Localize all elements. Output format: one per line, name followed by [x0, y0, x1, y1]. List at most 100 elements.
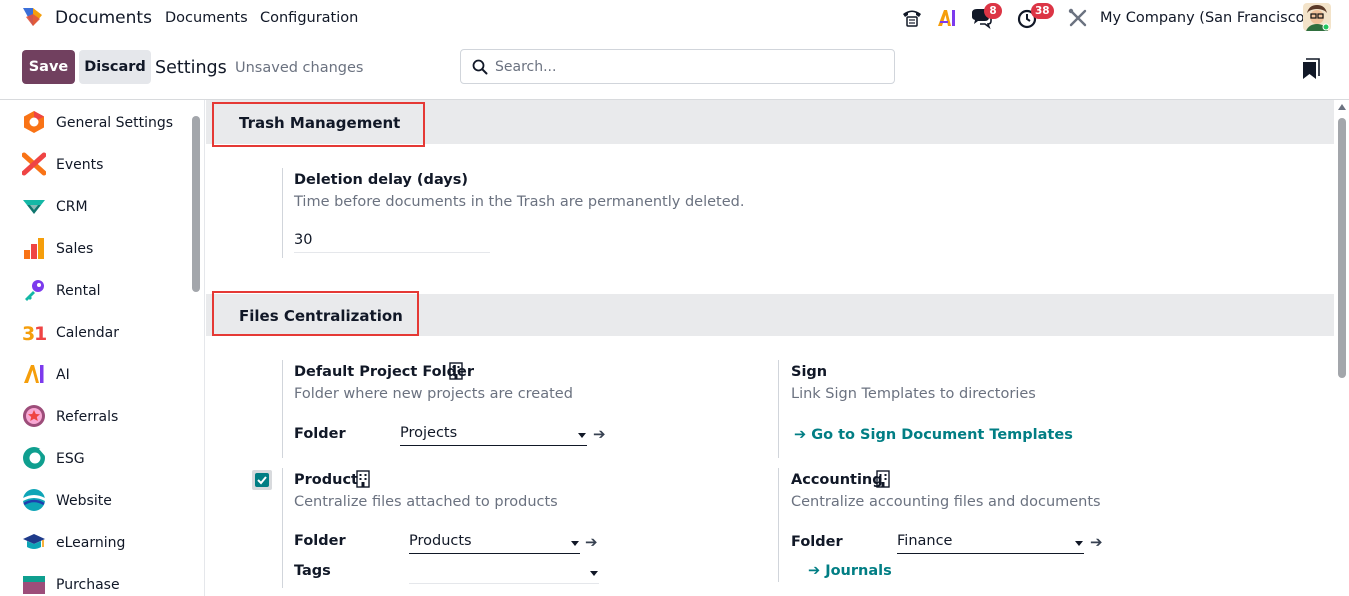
sidebar-item-esg[interactable]: ESG [0, 438, 190, 480]
deletion-delay-value: 30 [294, 232, 313, 248]
sidebar-item-label: Sales [56, 241, 94, 257]
sidebar-item-label: Events [56, 157, 104, 173]
chevron-down-icon [578, 433, 586, 438]
sidebar-scrollbar[interactable] [192, 116, 200, 292]
default-project-folder-label: Folder [294, 426, 346, 442]
sidebar-item-label: Purchase [56, 577, 120, 593]
website-icon [23, 489, 45, 511]
sidebar-item-label: eLearning [56, 535, 126, 551]
accounting-folder-label: Folder [791, 534, 843, 550]
activity-badge: 38 [1031, 3, 1054, 19]
product-folder-value: Products [409, 533, 472, 549]
company-switcher[interactable]: My Company (San Francisco) [1100, 10, 1310, 26]
chevron-down-icon [1075, 541, 1083, 546]
default-project-folder-description: Folder where new projects are created [294, 386, 573, 402]
sidebar-item-rental[interactable]: Rental [0, 270, 190, 312]
setting-divider [778, 360, 779, 458]
sidebar-item-referrals[interactable]: Referrals [0, 396, 190, 438]
product-title: Product [294, 472, 358, 488]
rental-icon [25, 280, 44, 301]
sidebar-item-label: Website [56, 493, 112, 509]
accounting-description: Centralize accounting files and document… [791, 494, 1101, 510]
arrow-right-icon: ➔ [808, 563, 826, 579]
general-settings-icon [24, 111, 44, 133]
menu-configuration[interactable]: Configuration [260, 10, 358, 26]
accounting-title: Accounting [791, 472, 883, 488]
menu-documents[interactable]: Documents [165, 10, 248, 26]
settings-content: Trash Management Deletion delay (days) T… [206, 100, 1334, 596]
company-building-icon [356, 470, 370, 488]
sidebar-item-website[interactable]: Website [0, 480, 190, 522]
default-project-folder-select[interactable]: Projects [400, 424, 587, 446]
deletion-delay-input[interactable]: 30 [294, 231, 490, 253]
documents-app-logo[interactable] [20, 5, 46, 31]
app-name[interactable]: Documents [55, 8, 152, 28]
checkbox-checked [255, 473, 269, 487]
svg-text:1: 1 [34, 323, 46, 344]
accounting-folder-select[interactable]: Finance [897, 532, 1084, 554]
setting-divider [282, 360, 283, 458]
company-building-icon [449, 362, 463, 380]
go-to-sign-templates-link[interactable]: ➔ Go to Sign Document Templates [794, 427, 1073, 443]
sidebar-item-label: Calendar [56, 325, 119, 341]
sidebar-item-general-settings[interactable]: General Settings [0, 102, 190, 144]
journals-label: Journals [825, 563, 892, 579]
sidebar-item-ai[interactable]: AI [0, 354, 190, 396]
product-tags-label: Tags [294, 563, 331, 579]
elearning-icon [23, 534, 45, 549]
open-record-arrow-icon[interactable]: ➔ [1090, 533, 1103, 551]
sign-title: Sign [791, 364, 828, 380]
product-folder-select[interactable]: Products [409, 532, 580, 554]
sidebar-item-sales[interactable]: Sales [0, 228, 190, 270]
search-bar[interactable] [460, 49, 895, 84]
trash-highlight-box [212, 102, 425, 147]
sidebar-item-purchase[interactable]: Purchase [0, 564, 190, 596]
product-tags-select[interactable] [409, 562, 599, 584]
journals-link[interactable]: ➔ Journals [808, 563, 892, 579]
chevron-down-icon [590, 571, 598, 576]
user-avatar[interactable] [1303, 3, 1331, 31]
phone-icon[interactable] [900, 6, 924, 30]
sidebar-item-crm[interactable]: CRM [0, 186, 190, 228]
open-record-arrow-icon[interactable]: ➔ [585, 533, 598, 551]
sidebar-item-label: Rental [56, 283, 101, 299]
product-checkbox[interactable] [252, 470, 272, 490]
sales-icon [24, 238, 44, 259]
ai-app-icon [24, 365, 44, 383]
chevron-down-icon [571, 541, 579, 546]
purchase-icon [23, 576, 45, 594]
crm-icon [23, 200, 45, 214]
company-building-icon [876, 470, 890, 488]
scroll-up-arrow-icon[interactable] [1338, 104, 1346, 110]
esg-icon [23, 447, 45, 469]
sidebar-item-calendar[interactable]: 3 1 Calendar [0, 312, 190, 354]
ai-icon[interactable] [935, 6, 959, 30]
events-icon [22, 152, 46, 176]
arrow-right-icon: ➔ [794, 427, 812, 443]
sign-description: Link Sign Templates to directories [791, 386, 1036, 402]
files-highlight-box [212, 291, 419, 336]
default-project-folder-title: Default Project Folder [294, 364, 474, 380]
deletion-delay-description: Time before documents in the Trash are p… [294, 194, 745, 210]
save-button[interactable]: Save [22, 50, 75, 84]
accounting-folder-value: Finance [897, 533, 953, 549]
product-folder-label: Folder [294, 533, 346, 549]
discard-button[interactable]: Discard [79, 50, 151, 84]
open-record-arrow-icon[interactable]: ➔ [593, 425, 606, 443]
sidebar-item-label: ESG [56, 451, 85, 467]
setting-divider [282, 468, 283, 588]
default-project-folder-value: Projects [400, 425, 458, 441]
search-input[interactable] [495, 57, 885, 77]
content-scrollbar-thumb[interactable] [1338, 118, 1346, 378]
top-navbar: Documents Documents Configuration 8 38 M… [0, 0, 1349, 36]
settings-sidebar: General Settings Events CRM Sales Rental [0, 100, 205, 596]
sidebar-item-elearning[interactable]: eLearning [0, 522, 190, 564]
search-icon [472, 59, 488, 75]
sidebar-item-events[interactable]: Events [0, 144, 190, 186]
page-title: Settings [155, 58, 227, 78]
bookmark-icon[interactable] [1302, 58, 1320, 80]
calendar-icon: 3 1 [22, 323, 46, 344]
debug-tools-icon[interactable] [1066, 6, 1090, 30]
sidebar-item-label: Referrals [56, 409, 119, 425]
unsaved-status: Unsaved changes [235, 60, 364, 76]
